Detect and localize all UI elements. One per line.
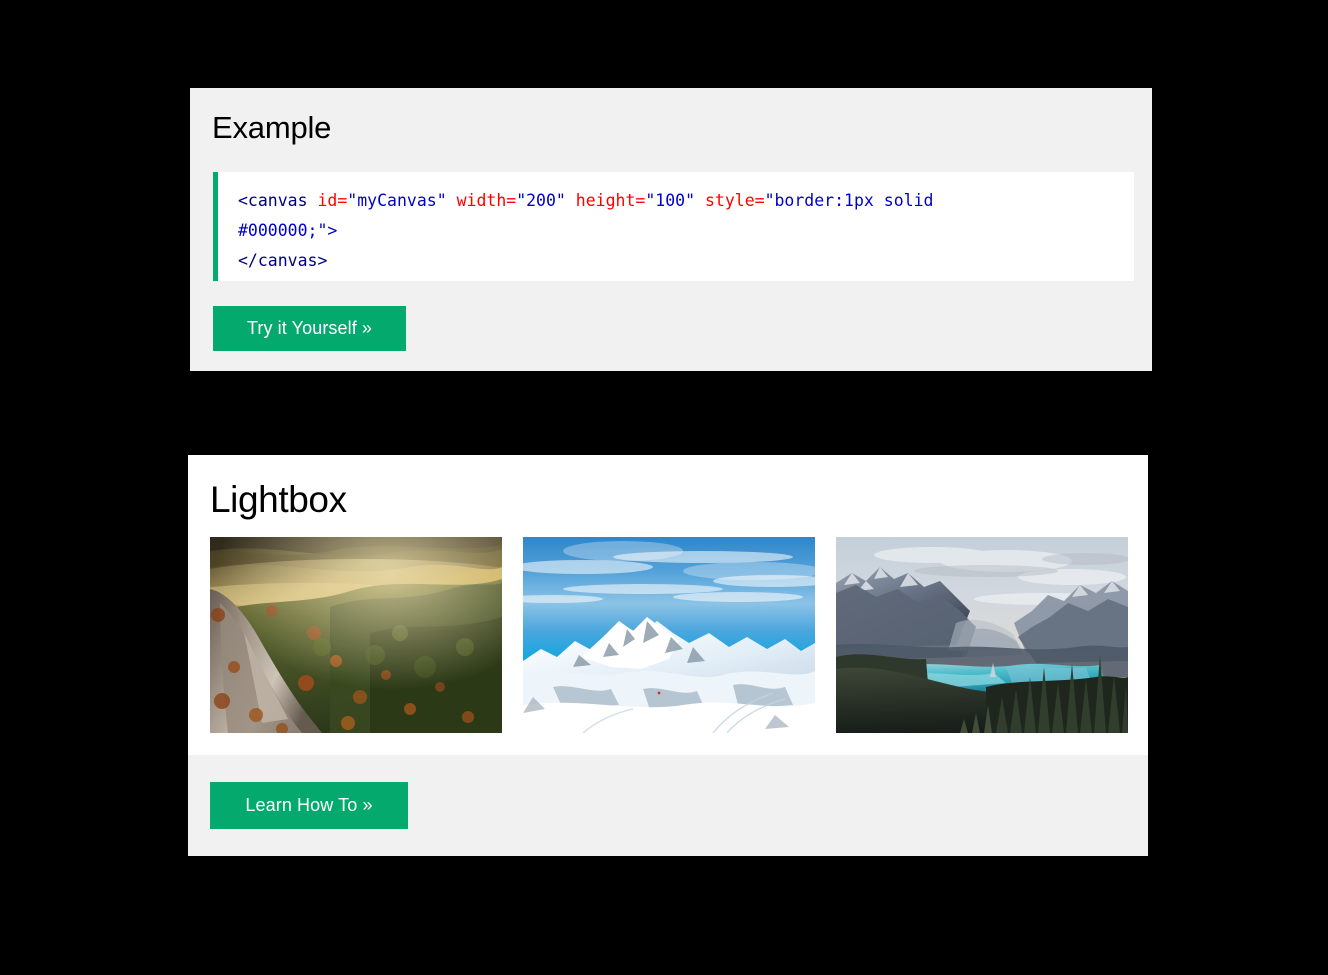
snowy-alpine-peaks-image bbox=[523, 537, 815, 733]
lightbox-header: Lightbox bbox=[188, 455, 1148, 521]
code-example-block: <canvas id="myCanvas" width="200" height… bbox=[213, 172, 1134, 281]
code-token-val-height: "100" bbox=[645, 191, 696, 210]
lightbox-thumbnail-snowy-alpine-peaks[interactable] bbox=[523, 537, 815, 733]
code-token-val-id: "myCanvas" bbox=[347, 191, 447, 210]
code-token-val-style-1: "border:1px solid bbox=[764, 191, 934, 210]
code-token-open-tag: <canvas bbox=[238, 191, 308, 210]
code-token-val-style-2: #000000;"> bbox=[238, 221, 338, 240]
code-token-close-tag: </canvas> bbox=[238, 251, 328, 270]
code-token-equals-1: = bbox=[337, 191, 348, 210]
page-title: Example bbox=[212, 110, 332, 145]
code-token-equals-4: = bbox=[754, 191, 765, 210]
code-token-attr-width: width bbox=[456, 191, 507, 210]
turquoise-mountain-lake-image bbox=[836, 537, 1128, 733]
lightbox-title: Lightbox bbox=[210, 479, 347, 520]
code-token-val-width: "200" bbox=[516, 191, 566, 210]
lightbox-thumbnail-turquoise-mountain-lake[interactable] bbox=[836, 537, 1128, 733]
code-token-attr-style: style bbox=[704, 191, 755, 210]
learn-how-to-button[interactable]: Learn How To » bbox=[210, 782, 408, 829]
lightbox-thumbnail-row bbox=[210, 537, 1130, 733]
code-token-attr-height: height bbox=[575, 191, 636, 210]
lightbox-footer: Learn How To » bbox=[188, 755, 1148, 856]
code-token-equals-3: = bbox=[635, 191, 646, 210]
autumn-mountain-valley-image bbox=[210, 537, 502, 733]
code-token-attr-id: id bbox=[317, 191, 338, 210]
page-root: Example <canvas id="myCanvas" width="200… bbox=[0, 0, 1328, 975]
lightbox-panel: Lightbox Learn How To » bbox=[188, 455, 1148, 856]
code-token-equals-2: = bbox=[506, 191, 517, 210]
lightbox-thumbnail-autumn-mountain-valley[interactable] bbox=[210, 537, 502, 733]
try-it-yourself-button[interactable]: Try it Yourself » bbox=[213, 306, 406, 351]
